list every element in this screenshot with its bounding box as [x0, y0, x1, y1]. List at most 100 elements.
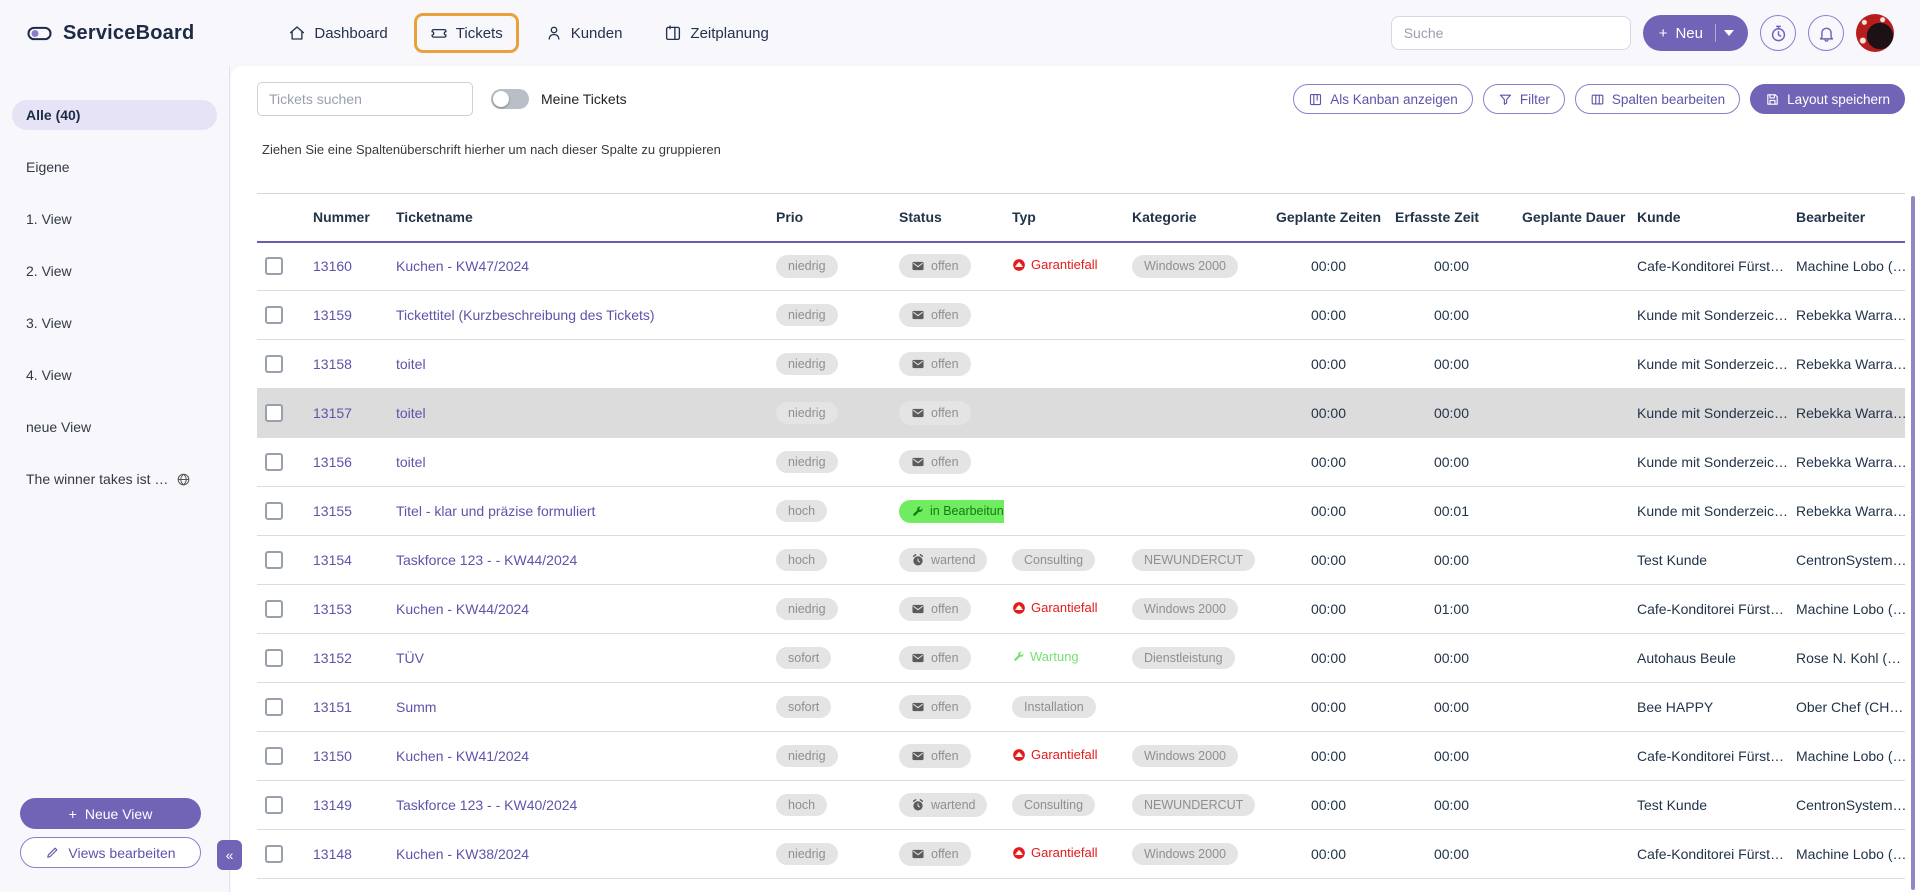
- column-header-kategorie[interactable]: Kategorie: [1124, 194, 1268, 242]
- helmet-icon: [1012, 601, 1026, 615]
- kategorie-cell: NEWUNDERCUT: [1124, 536, 1268, 585]
- sidebar-view-item[interactable]: The winner takes ist …: [12, 464, 217, 494]
- toolbar-button-spalten-bearbeiten[interactable]: Spalten bearbeiten: [1575, 84, 1740, 114]
- user-avatar[interactable]: [1856, 14, 1894, 52]
- column-header-geplante-dauer[interactable]: Geplante Dauer: [1514, 194, 1629, 242]
- prio-badge: hoch: [776, 794, 827, 817]
- typ-cell: Consulting: [1004, 781, 1124, 830]
- ticket-name-link[interactable]: Titel - klar und präzise formuliert: [396, 503, 595, 519]
- ticketname-cell: Taskforce 123 - - KW44/2024: [388, 536, 768, 585]
- sidebar-view-item[interactable]: 3. View: [12, 308, 217, 338]
- row-checkbox[interactable]: [265, 600, 283, 618]
- notifications-button[interactable]: [1808, 15, 1844, 51]
- column-header-nummer[interactable]: Nummer: [305, 194, 388, 242]
- neue-view-button[interactable]: + Neue View: [20, 798, 201, 829]
- row-checkbox[interactable]: [265, 355, 283, 373]
- ticket-name-link[interactable]: Tickettitel (Kurzbeschreibung des Ticket…: [396, 307, 655, 323]
- row-checkbox[interactable]: [265, 453, 283, 471]
- ticketname-cell: Kuchen - KW38/2024: [388, 830, 768, 879]
- select-cell: [257, 340, 305, 389]
- ticket-name-link[interactable]: Kuchen - KW47/2024: [396, 258, 529, 274]
- views-bearbeiten-button[interactable]: Views bearbeiten: [20, 837, 201, 868]
- ticket-name-link[interactable]: toitel: [396, 356, 426, 372]
- column-header-ticketname[interactable]: Ticketname: [388, 194, 768, 242]
- ticket-number-link[interactable]: 13153: [313, 601, 352, 617]
- row-checkbox[interactable]: [265, 551, 283, 569]
- column-header-bearbeiter[interactable]: Bearbeiter: [1788, 194, 1905, 242]
- row-checkbox[interactable]: [265, 502, 283, 520]
- row-checkbox[interactable]: [265, 404, 283, 422]
- ticket-name-link[interactable]: Summ: [396, 699, 436, 715]
- row-checkbox[interactable]: [265, 698, 283, 716]
- ticket-number-link[interactable]: 13155: [313, 503, 352, 519]
- nav-item-tickets[interactable]: Tickets: [414, 13, 519, 53]
- toolbar-button-layout-speichern[interactable]: Layout speichern: [1750, 84, 1905, 114]
- ticket-number-link[interactable]: 13159: [313, 307, 352, 323]
- row-checkbox[interactable]: [265, 649, 283, 667]
- timer-button[interactable]: [1760, 15, 1796, 51]
- ticket-number-link[interactable]: 13149: [313, 797, 352, 813]
- kunde-cell: Kunde mit Sonderzeic…: [1629, 340, 1788, 389]
- ticket-name-link[interactable]: toitel: [396, 405, 426, 421]
- column-header-geplante-zeiten[interactable]: Geplante Zeiten: [1268, 194, 1387, 242]
- ticket-name-link[interactable]: Kuchen - KW41/2024: [396, 748, 529, 764]
- kategorie-badge: Windows 2000: [1132, 255, 1238, 278]
- ticket-number-link[interactable]: 13152: [313, 650, 352, 666]
- row-checkbox[interactable]: [265, 845, 283, 863]
- sidebar-view-item[interactable]: Alle (40): [12, 100, 217, 130]
- sidebar-view-item[interactable]: 4. View: [12, 360, 217, 390]
- ticket-number-link[interactable]: 13151: [313, 699, 352, 715]
- row-checkbox[interactable]: [265, 796, 283, 814]
- group-by-dropzone[interactable]: Ziehen Sie eine Spaltenüberschrift hierh…: [262, 142, 1920, 157]
- nav-item-zeitplanung[interactable]: Zeitplanung: [648, 13, 784, 53]
- ticket-number-link[interactable]: 13148: [313, 846, 352, 862]
- prio-badge: niedrig: [776, 598, 838, 621]
- ticket-number-link[interactable]: 13156: [313, 454, 352, 470]
- column-header-kunde[interactable]: Kunde: [1629, 194, 1788, 242]
- nav-item-kunden[interactable]: Kunden: [529, 13, 639, 53]
- nav-item-dashboard[interactable]: Dashboard: [272, 13, 403, 53]
- tickets-search-input[interactable]: [257, 82, 473, 116]
- geplante-zeiten-cell: 00:00: [1268, 340, 1387, 389]
- ticket-number-link[interactable]: 13150: [313, 748, 352, 764]
- sidebar-view-item[interactable]: neue View: [12, 412, 217, 442]
- table-scrollbar[interactable]: [1911, 196, 1915, 890]
- ticket-number-link[interactable]: 13154: [313, 552, 352, 568]
- geplante-dauer-cell: [1514, 683, 1629, 732]
- ticket-name-link[interactable]: Taskforce 123 - - KW40/2024: [396, 797, 577, 813]
- ticket-name-link[interactable]: toitel: [396, 454, 426, 470]
- status-label: offen: [931, 701, 959, 714]
- toolbar-button-filter[interactable]: Filter: [1483, 84, 1565, 114]
- meine-tickets-toggle[interactable]: [491, 89, 529, 109]
- sidebar-view-item[interactable]: 1. View: [12, 204, 217, 234]
- bearbeiter-cell: Rebekka Warra…: [1788, 487, 1905, 536]
- ticket-number-link[interactable]: 13158: [313, 356, 352, 372]
- sidebar-view-item[interactable]: 2. View: [12, 256, 217, 286]
- neu-button[interactable]: + Neu: [1643, 15, 1748, 51]
- column-header-status[interactable]: Status: [891, 194, 1004, 242]
- row-checkbox[interactable]: [265, 747, 283, 765]
- row-checkbox[interactable]: [265, 257, 283, 275]
- bearbeiter-cell: Machine Lobo (…: [1788, 585, 1905, 634]
- sidebar-view-label: neue View: [26, 419, 91, 435]
- column-header-prio[interactable]: Prio: [768, 194, 891, 242]
- ticket-row: 13159 Tickettitel (Kurzbeschreibung des T…: [257, 291, 1905, 340]
- sidebar-view-item[interactable]: Eigene: [12, 152, 217, 182]
- ticket-number-link[interactable]: 13157: [313, 405, 352, 421]
- serviceboard-logo-icon: [26, 20, 53, 47]
- column-header-erfasste-zeit[interactable]: Erfasste Zeit: [1387, 194, 1514, 242]
- sidebar-collapse-button[interactable]: «: [217, 840, 242, 870]
- toolbar-button-als-kanban-anzeigen[interactable]: Als Kanban anzeigen: [1293, 84, 1473, 114]
- ticket-name-link[interactable]: Taskforce 123 - - KW44/2024: [396, 552, 577, 568]
- ticket-name-link[interactable]: Kuchen - KW44/2024: [396, 601, 529, 617]
- ticket-name-link[interactable]: Kuchen - KW38/2024: [396, 846, 529, 862]
- toolbar-button-label: Als Kanban anzeigen: [1330, 92, 1458, 107]
- column-header-typ[interactable]: Typ: [1004, 194, 1124, 242]
- row-checkbox[interactable]: [265, 306, 283, 324]
- select-cell: [257, 438, 305, 487]
- globe-icon: [176, 472, 191, 487]
- select-cell: [257, 291, 305, 340]
- ticket-name-link[interactable]: TÜV: [396, 650, 424, 666]
- global-search-input[interactable]: [1391, 16, 1631, 50]
- ticket-number-link[interactable]: 13160: [313, 258, 352, 274]
